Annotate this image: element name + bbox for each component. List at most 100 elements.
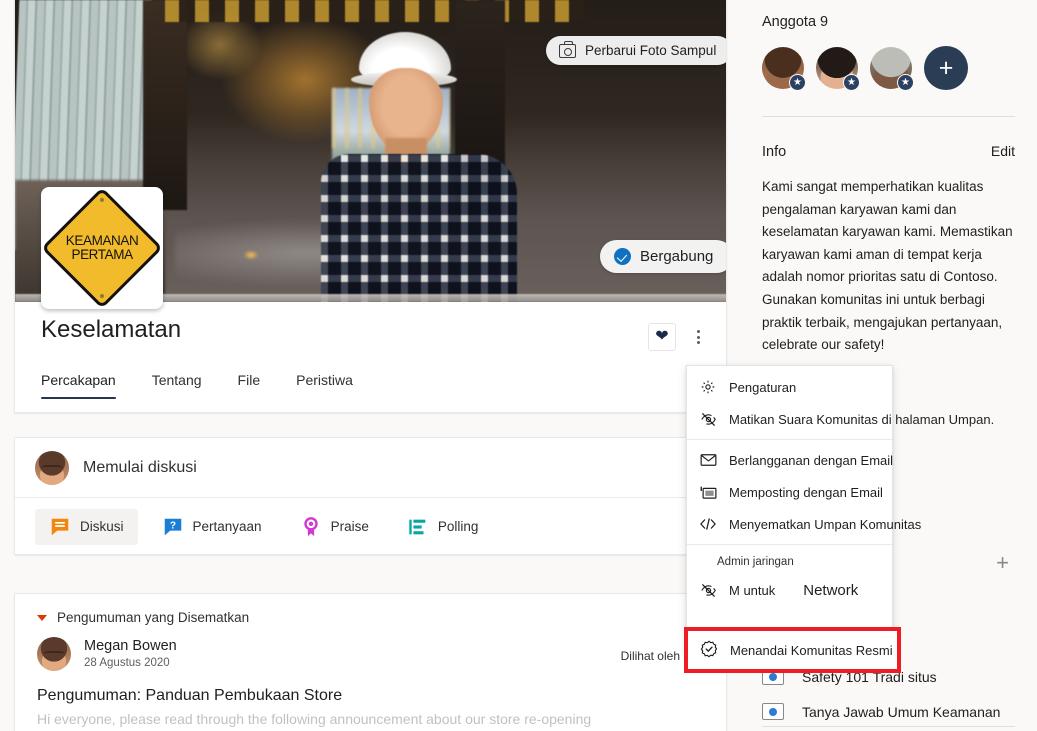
info-description: Kami sangat memperhatikan kualitas penga…	[762, 176, 1015, 357]
menu-item-network-word: Network	[803, 582, 858, 599]
tab-label: Tentang	[152, 372, 202, 388]
tab-label: File	[238, 372, 261, 388]
tab-percakapan[interactable]: Percakapan	[41, 372, 130, 399]
tab-label: Peristiwa	[296, 372, 353, 388]
praise-icon	[300, 516, 322, 538]
post-type-polling[interactable]: Polling	[393, 509, 493, 545]
chevron-down-icon	[37, 615, 47, 621]
camera-icon	[559, 44, 576, 58]
post-type-label: Praise	[331, 519, 369, 534]
discussion-icon	[49, 516, 71, 538]
post-seen-by: Dilihat oleh 5	[621, 649, 690, 663]
post-title: Pengumuman: Panduan Pembukaan Store	[15, 671, 726, 705]
pinned-announcement-label: Pengumuman yang Disematkan	[57, 610, 249, 625]
menu-item-menyematkan-umpan[interactable]: Menyematkan Umpan Komunitas	[687, 508, 892, 540]
member-avatar[interactable]: ★	[762, 47, 804, 89]
mute-icon	[699, 581, 717, 599]
tab-label: Percakapan	[41, 372, 116, 388]
post-email-icon	[699, 483, 717, 501]
title-action-buttons: ❤	[648, 323, 712, 351]
member-avatar[interactable]: ★	[816, 47, 858, 89]
kebab-menu-icon	[697, 330, 700, 344]
envelope-icon	[699, 451, 717, 469]
post-body-preview: Hi everyone, please read through the fol…	[15, 705, 726, 727]
main-content-column: Perbarui Foto Sampul Bergabung KEAMANAN …	[0, 0, 740, 731]
sidebar-divider	[762, 116, 1015, 117]
info-title: Info	[762, 144, 786, 160]
composer-placeholder-text: Memulai diskusi	[83, 459, 197, 477]
menu-item-network-prefix: M untuk	[729, 583, 775, 598]
pinned-announcement-card: Pengumuman yang Disematkan Megan Bowen 2…	[14, 593, 727, 731]
heart-icon: ❤	[655, 329, 668, 345]
post-type-praise[interactable]: Praise	[286, 509, 383, 545]
info-section-header: Info Edit	[762, 143, 1015, 160]
star-badge-icon: ★	[789, 74, 806, 91]
star-badge-icon: ★	[897, 74, 914, 91]
menu-item-memposting-email[interactable]: Memposting dengan Email	[687, 476, 892, 508]
tab-file[interactable]: File	[238, 372, 275, 399]
menu-group-label-admin-jaringan: Admin jaringan	[687, 549, 892, 574]
menu-divider	[687, 439, 892, 440]
update-cover-photo-button[interactable]: Perbarui Foto Sampul	[546, 36, 727, 65]
worker-shirt	[321, 154, 517, 302]
member-avatar[interactable]: ★	[870, 47, 912, 89]
site-icon	[762, 703, 784, 720]
post-author-name: Megan Bowen	[84, 637, 177, 655]
code-icon	[699, 515, 717, 533]
add-related-link-button[interactable]: +	[996, 552, 1009, 574]
post-date: 28 Agustus 2020	[84, 655, 177, 671]
star-badge-icon: ★	[843, 74, 860, 91]
related-link-item[interactable]: Tanya Jawab Umum Keamanan	[762, 703, 1000, 720]
menu-divider	[687, 544, 892, 545]
join-community-button[interactable]: Bergabung	[600, 240, 727, 273]
cover-frame	[143, 0, 187, 210]
check-circle-icon	[614, 248, 631, 265]
related-link-item[interactable]: Safety 101 Tradi situs	[762, 668, 937, 685]
poll-icon	[407, 516, 429, 538]
cover-beam	[165, 0, 585, 22]
post-type-label: Pertanyaan	[193, 519, 262, 534]
menu-item-label: Berlangganan dengan Email	[729, 453, 893, 468]
safety-sign-line-2: PERTAMA	[71, 247, 132, 262]
menu-item-matikan-suara[interactable]: Matikan Suara Komunitas di halaman Umpan…	[687, 403, 892, 435]
page-title: Keselamatan	[41, 316, 181, 344]
members-heading: Anggota 9	[762, 0, 1015, 30]
community-tabs: Percakapan Tentang File Peristiwa	[41, 372, 389, 399]
favorite-button[interactable]: ❤	[648, 323, 676, 351]
post-type-label: Polling	[438, 519, 479, 534]
menu-item-network[interactable]: M untuk Network	[687, 574, 892, 606]
menu-item-label: Menyematkan Umpan Komunitas	[729, 517, 921, 532]
composer-input-row[interactable]: Memulai diskusi	[15, 438, 726, 498]
menu-item-pengaturan[interactable]: Pengaturan	[687, 371, 892, 403]
tab-peristiwa[interactable]: Peristiwa	[296, 372, 367, 399]
community-options-menu: Pengaturan Matikan Suara Komunitas di ha…	[686, 365, 893, 653]
current-user-avatar	[35, 451, 69, 485]
cover-spark	[243, 250, 259, 260]
safety-sign-icon: KEAMANAN PERTAMA	[41, 187, 163, 309]
safety-sign-text: KEAMANAN PERTAMA	[66, 234, 139, 262]
info-edit-button[interactable]: Edit	[991, 143, 1015, 159]
add-member-button[interactable]: +	[924, 46, 968, 90]
post-author-row: Megan Bowen 28 Agustus 2020 Dilihat oleh…	[15, 629, 726, 671]
menu-item-menandai-komunitas-resmi[interactable]: Menandai Komunitas Resmi	[690, 632, 895, 668]
members-avatar-list: ★ ★ ★ +	[762, 46, 1015, 90]
tab-tentang[interactable]: Tentang	[152, 372, 216, 399]
menu-item-label: Pengaturan	[729, 380, 796, 395]
post-type-diskusi[interactable]: Diskusi	[35, 509, 138, 545]
related-link-label: Safety 101 Tradi situs	[802, 669, 937, 685]
pinned-announcement-header[interactable]: Pengumuman yang Disematkan	[15, 594, 726, 629]
question-icon: ?	[162, 516, 184, 538]
svg-text:?: ?	[169, 520, 175, 531]
menu-item-label: Menandai Komunitas Resmi	[730, 643, 893, 658]
post-type-selector: Diskusi ? Pertanyaan Praise	[15, 498, 726, 555]
post-composer-card: Memulai diskusi Diskusi ? Per	[14, 437, 727, 555]
community-more-options-button[interactable]	[684, 323, 712, 351]
community-logo: KEAMANAN PERTAMA	[41, 187, 163, 309]
update-cover-photo-label: Perbarui Foto Sampul	[585, 43, 716, 58]
related-link-label: Tanya Jawab Umum Keamanan	[802, 704, 1000, 720]
post-type-pertanyaan[interactable]: ? Pertanyaan	[148, 509, 276, 545]
cover-worker-photo	[317, 28, 517, 302]
plus-icon: +	[939, 56, 954, 81]
menu-item-berlangganan-email[interactable]: Berlangganan dengan Email	[687, 444, 892, 476]
safety-sign-line-1: KEAMANAN	[66, 233, 139, 248]
